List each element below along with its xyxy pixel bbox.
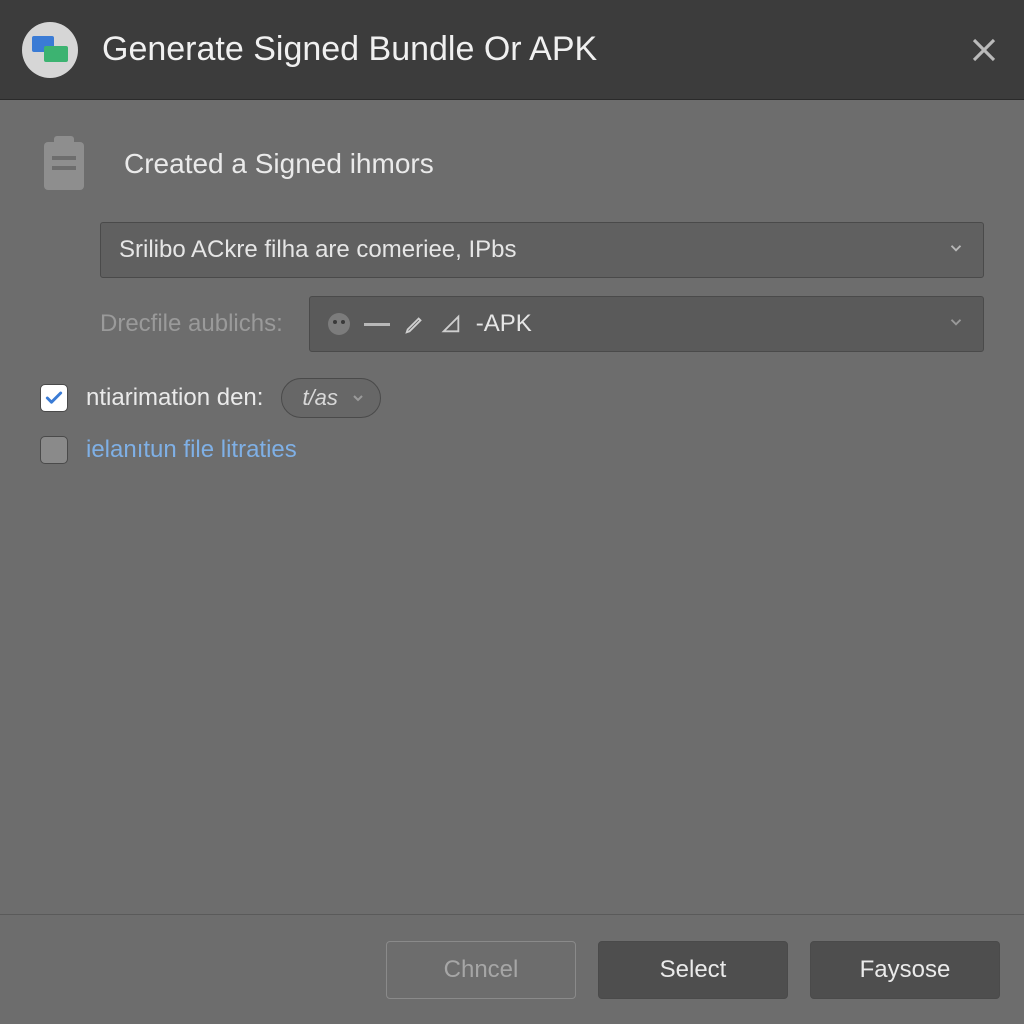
dialog-footer: Chncel Select Faysose [0, 914, 1024, 1024]
variant-row: Drecfile aublichs: -APK [100, 296, 984, 352]
face-icon [328, 313, 350, 335]
titlebar: Generate Signed Bundle Or APK [0, 0, 1024, 100]
option-1-checkbox[interactable] [40, 384, 68, 412]
option-row-1: ntiarimation den: t/as [40, 378, 984, 418]
check-icon [44, 388, 64, 408]
edit-icon [404, 313, 426, 335]
close-button[interactable] [966, 32, 1002, 68]
option-2-label-link[interactable]: ielanıtun file litraties [86, 436, 297, 464]
triangle-icon [440, 313, 462, 335]
dash-icon [364, 323, 390, 326]
option-2-checkbox[interactable] [40, 436, 68, 464]
chevron-down-icon [947, 239, 965, 262]
variant-label: Drecfile aublichs: [100, 310, 283, 338]
cancel-button[interactable]: Chncel [386, 941, 576, 999]
section-heading: Created a Signed ihmors [124, 148, 434, 180]
option-row-2: ielanıtun file litraties [40, 436, 984, 464]
select-button[interactable]: Select [598, 941, 788, 999]
variant-dropdown-text: -APK [476, 310, 933, 338]
option-1-label: ntiarimation den: [86, 384, 263, 412]
app-icon [22, 22, 78, 78]
module-dropdown[interactable]: Srilibo ACkre filha are comeriee, IPbs [100, 222, 984, 278]
clipboard-icon [40, 136, 88, 192]
module-dropdown-text: Srilibo ACkre filha are comeriee, IPbs [119, 236, 947, 264]
chevron-down-icon [350, 390, 366, 406]
close-icon [969, 35, 999, 65]
window-title: Generate Signed Bundle Or APK [102, 30, 966, 69]
option-1-dropdown[interactable]: t/as [281, 378, 380, 418]
finish-button[interactable]: Faysose [810, 941, 1000, 999]
module-row: Srilibo ACkre filha are comeriee, IPbs [100, 222, 984, 278]
variant-dropdown[interactable]: -APK [309, 296, 984, 352]
section-header: Created a Signed ihmors [40, 136, 984, 192]
option-1-dropdown-text: t/as [302, 385, 337, 411]
dialog-body: Created a Signed ihmors Srilibo ACkre fi… [0, 100, 1024, 914]
chevron-down-icon [947, 313, 965, 336]
